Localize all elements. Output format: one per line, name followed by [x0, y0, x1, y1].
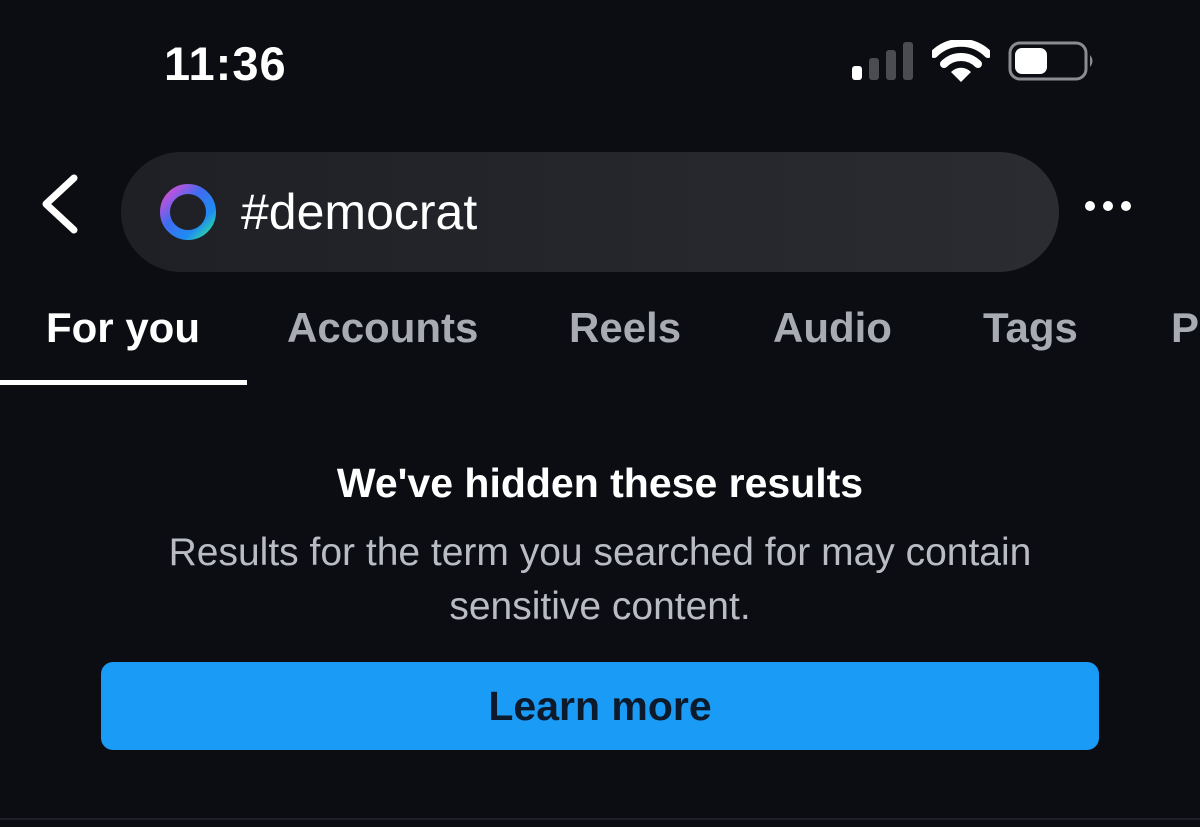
active-tab-indicator	[0, 380, 247, 385]
search-query[interactable]: #democrat	[241, 182, 477, 242]
notice-description: Results for the term you searched for ma…	[168, 531, 1032, 628]
learn-more-button[interactable]: Learn more	[101, 662, 1099, 750]
notice-title: We've hidden these results	[336, 460, 864, 506]
tab-audio[interactable]: Audio	[773, 304, 892, 352]
tab-accounts[interactable]: Accounts	[287, 304, 478, 352]
tab-tags[interactable]: Tags	[983, 304, 1078, 352]
tab-places[interactable]: P	[1171, 304, 1199, 352]
more-horizontal-icon	[1103, 201, 1113, 211]
status-time: 11:36	[164, 37, 287, 90]
meta-ai-ring-icon	[160, 184, 216, 240]
more-options-button[interactable]	[1085, 193, 1137, 219]
divider	[0, 818, 1200, 820]
cellular-signal-icon	[852, 42, 913, 80]
search-input[interactable]: #democrat	[121, 152, 1059, 272]
wifi-icon	[932, 40, 990, 82]
more-horizontal-icon	[1121, 201, 1131, 211]
chevron-left-icon[interactable]	[38, 172, 84, 236]
tab-reels[interactable]: Reels	[569, 304, 681, 352]
more-horizontal-icon	[1085, 201, 1095, 211]
search-tabs: For you Accounts Reels Audio Tags P	[0, 300, 1200, 390]
tab-for-you[interactable]: For you	[46, 304, 200, 352]
battery-icon	[1008, 41, 1093, 81]
